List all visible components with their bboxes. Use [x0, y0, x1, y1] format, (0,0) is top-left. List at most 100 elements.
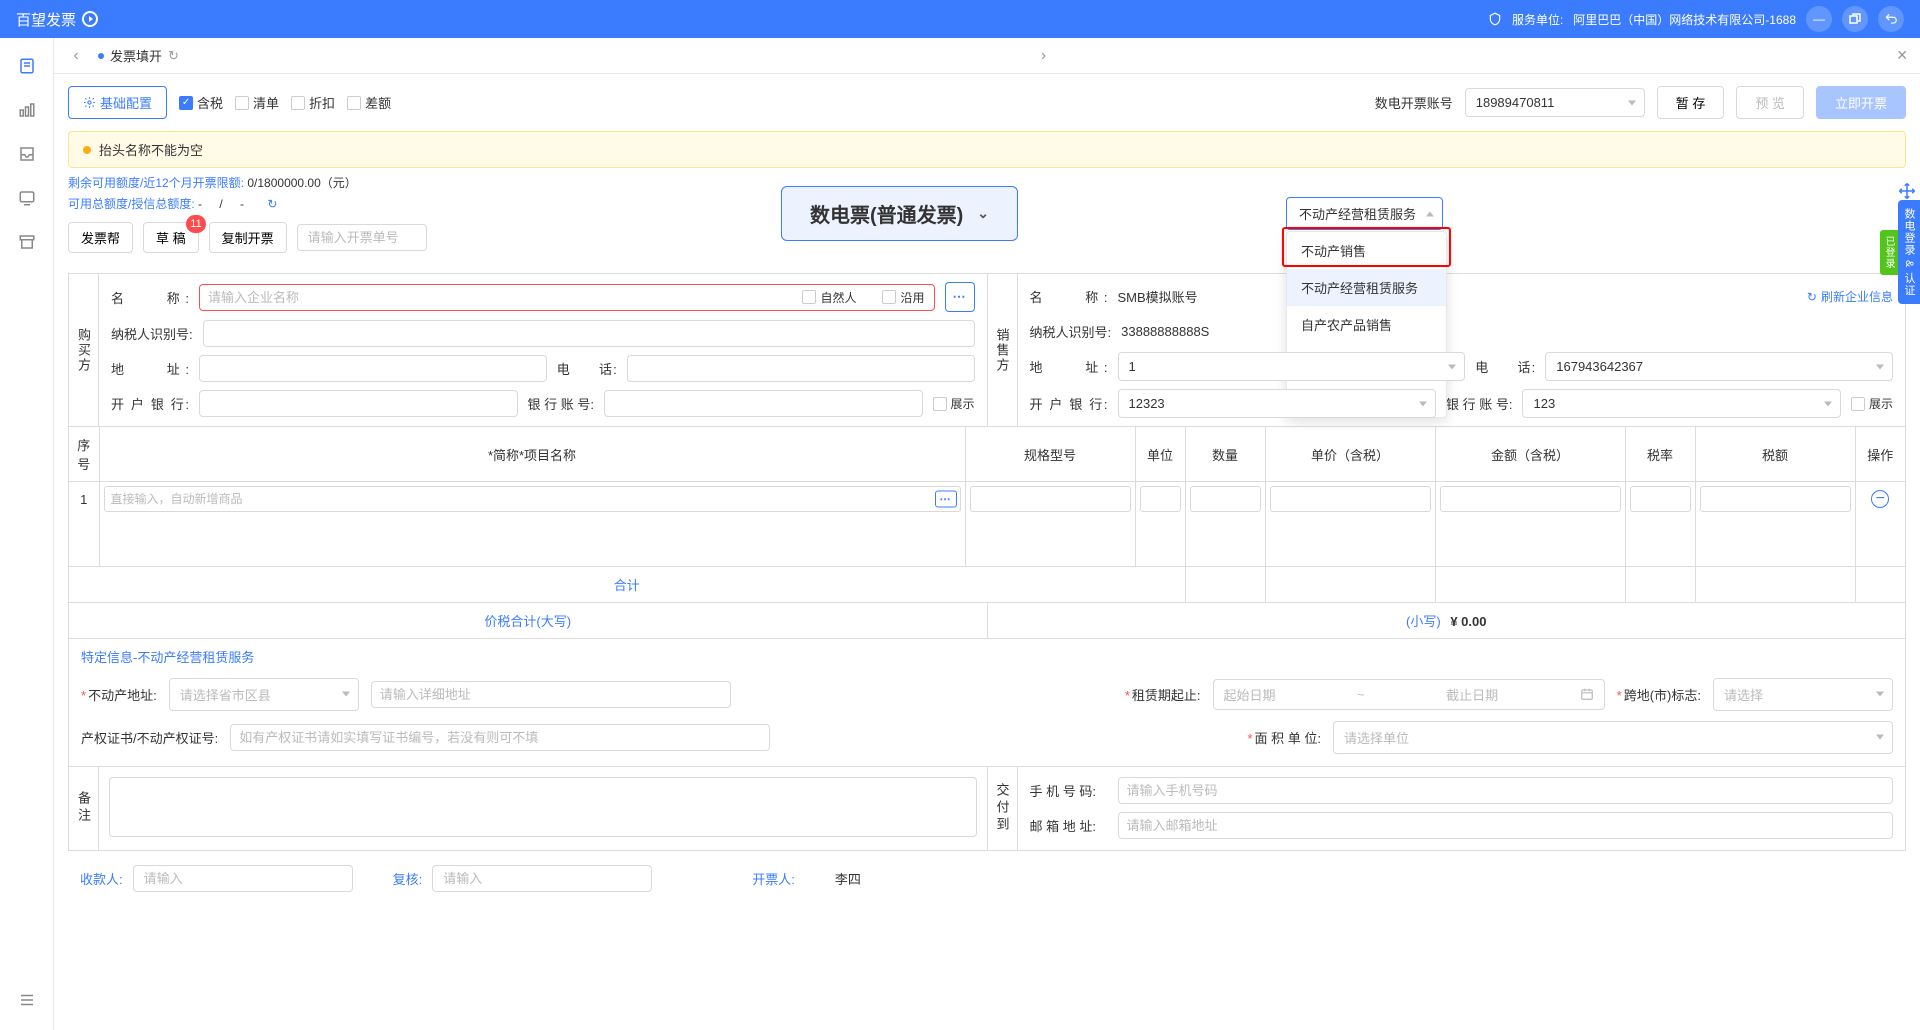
calendar-icon	[1580, 687, 1594, 701]
draft-badge: 11	[186, 215, 205, 233]
toolbar: 基础配置 ✓含税 清单 折扣 差额 数电开票账号 18989470811 暂 存…	[68, 74, 1906, 131]
checkbox-tax-incl[interactable]: ✓含税	[179, 93, 223, 112]
party-info: 购买方 名 称 自然人 沿用 ⋯ 纳税人识别号 地 址	[68, 273, 1906, 427]
item-more-button[interactable]: ⋯	[935, 491, 957, 508]
issuer-value: 李四	[835, 869, 861, 888]
main-content: 基础配置 ✓含税 清单 折扣 差额 数电开票账号 18989470811 暂 存…	[54, 74, 1920, 1030]
remark-deliver-row: 备注 交付到 手 机 号 码: 邮 箱 地 址:	[68, 767, 1906, 851]
seller-bank-select[interactable]: 12323	[1118, 389, 1437, 418]
buyer-section-label: 购买方	[69, 274, 99, 426]
window-icon	[1849, 13, 1861, 25]
account-select[interactable]: 18989470811	[1465, 88, 1645, 117]
item-unit-input[interactable]	[1140, 486, 1181, 512]
reviewer-input[interactable]	[432, 865, 652, 892]
item-tax-input[interactable]	[1700, 486, 1851, 512]
play-icon	[82, 11, 98, 27]
seller-show-checkbox[interactable]: 展示	[1851, 395, 1893, 412]
buyer-more-button[interactable]: ⋯	[945, 282, 975, 312]
sidebar-menu-icon[interactable]	[17, 990, 37, 1010]
tab-bar: ‹ 发票填开 ↻ › ✕	[54, 38, 1920, 74]
sidebar-chart-icon[interactable]	[17, 100, 37, 120]
item-qty-input[interactable]	[1190, 486, 1261, 512]
sidebar-archive-icon[interactable]	[17, 232, 37, 252]
tab-prev[interactable]: ‹	[66, 47, 86, 65]
sidebar-inbox-icon[interactable]	[17, 144, 37, 164]
minimize-button[interactable]: —	[1806, 6, 1832, 32]
deliver-phone-input[interactable]	[1118, 777, 1894, 804]
move-icon[interactable]	[1898, 182, 1916, 200]
detail-address-input[interactable]	[371, 681, 731, 708]
item-amount-input[interactable]	[1440, 486, 1621, 512]
tab-close[interactable]: ✕	[1896, 47, 1908, 64]
area-unit-select[interactable]: 请选择单位	[1333, 721, 1893, 754]
tab-title: 发票填开	[110, 46, 162, 65]
checkbox-diff[interactable]: 差额	[347, 93, 391, 112]
gear-icon	[83, 96, 96, 109]
quota-refresh-icon[interactable]: ↻	[267, 197, 277, 211]
buyer-taxid-input[interactable]	[203, 320, 975, 347]
seller-bankno-select[interactable]: 123	[1522, 389, 1841, 418]
remark-textarea[interactable]	[109, 777, 977, 837]
buyer-bank-input[interactable]	[199, 390, 518, 417]
help-button[interactable]: 发票帮	[68, 222, 133, 253]
buyer-address-input[interactable]	[199, 355, 547, 382]
preview-button[interactable]: 预 览	[1736, 86, 1804, 119]
sidebar-monitor-icon[interactable]	[17, 188, 37, 208]
dropdown-option[interactable]: 不动产经营租赁服务	[1287, 269, 1446, 306]
seller-taxid: 33888888888S	[1121, 319, 1893, 344]
app-name: 百望发票	[16, 9, 76, 30]
buyer-show-checkbox[interactable]: 展示	[933, 395, 975, 412]
config-button[interactable]: 基础配置	[68, 86, 167, 119]
lease-date-range[interactable]: 起始日期 ~ 截止日期	[1213, 679, 1605, 710]
dropdown-option[interactable]: 不动产销售	[1287, 232, 1446, 269]
buyer-bankno-input[interactable]	[604, 390, 923, 417]
dropdown-option[interactable]: 自产农产品销售	[1287, 306, 1446, 343]
item-price-input[interactable]	[1270, 486, 1431, 512]
copy-button[interactable]: 复制开票	[209, 222, 287, 253]
refresh-company-button[interactable]: ↻ 刷新企业信息	[1807, 288, 1893, 305]
warning-banner: 抬头名称不能为空	[68, 131, 1906, 168]
natural-person-checkbox[interactable]: 自然人	[802, 289, 856, 306]
deliver-email-input[interactable]	[1118, 812, 1894, 839]
reuse-checkbox[interactable]: 沿用	[882, 289, 924, 306]
total-amount: ¥ 0.00	[1450, 614, 1486, 629]
buyer-phone-input[interactable]	[627, 355, 975, 382]
float-status-tab: 已登录	[1880, 230, 1898, 275]
float-panel: 数电登录 & 认证 已登录	[1898, 200, 1920, 304]
seller-name: SMB模拟账号	[1118, 282, 1797, 311]
payee-input[interactable]	[133, 865, 353, 892]
back-button[interactable]	[1878, 6, 1904, 32]
invoice-type-select[interactable]: 数电票(普通发票) ⌄	[781, 186, 1018, 241]
app-header: 百望发票 服务单位: 阿里巴巴（中国）网络技术有限公司-1688 —	[0, 0, 1920, 38]
seller-address-select[interactable]: 1	[1118, 352, 1466, 381]
cross-city-select[interactable]: 请选择	[1713, 678, 1893, 711]
cert-input[interactable]	[230, 724, 770, 751]
tab-next[interactable]: ›	[1034, 47, 1054, 65]
signers-row: 收款人: 复核: 开票人: 李四	[68, 851, 1906, 906]
sidebar-invoice-icon[interactable]	[17, 56, 37, 76]
checkbox-list[interactable]: 清单	[235, 93, 279, 112]
price-tax-row: 价税合计(大写) (小写) ¥ 0.00	[69, 602, 1905, 638]
window-button[interactable]	[1842, 6, 1868, 32]
totals-row: 合计	[69, 566, 1905, 602]
item-table: 序号 *简称*项目名称 规格型号 单位 数量 单价（含税） 金额（含税） 税率 …	[68, 427, 1906, 639]
seller-section-label: 销售方	[988, 274, 1018, 426]
refresh-icon[interactable]: ↻	[168, 48, 179, 64]
item-spec-input[interactable]	[970, 486, 1131, 512]
order-input[interactable]	[297, 224, 427, 251]
save-button[interactable]: 暂 存	[1657, 86, 1725, 119]
float-login-tab[interactable]: 数电登录 & 认证	[1898, 200, 1920, 304]
region-select[interactable]: 请选择省市区县	[169, 678, 359, 711]
item-rate-input[interactable]	[1630, 486, 1691, 512]
seller-phone-select[interactable]: 167943642367	[1545, 352, 1893, 381]
specific-info-section: 特定信息-不动产经营租赁服务 不动产地址: 请选择省市区县 租赁期起止: 起始日…	[68, 639, 1906, 767]
shield-icon	[1488, 12, 1502, 26]
issue-button[interactable]: 立即开票	[1816, 86, 1906, 119]
tab-invoice-create[interactable]: 发票填开 ↻	[86, 46, 191, 65]
checkbox-discount[interactable]: 折扣	[291, 93, 335, 112]
warning-icon	[83, 146, 91, 154]
remove-row-button[interactable]: −	[1871, 490, 1889, 508]
item-name-input[interactable]	[104, 486, 961, 512]
draft-button[interactable]: 草 稿 11	[143, 222, 199, 253]
service-type-select[interactable]: 不动产经营租赁服务	[1286, 197, 1443, 230]
